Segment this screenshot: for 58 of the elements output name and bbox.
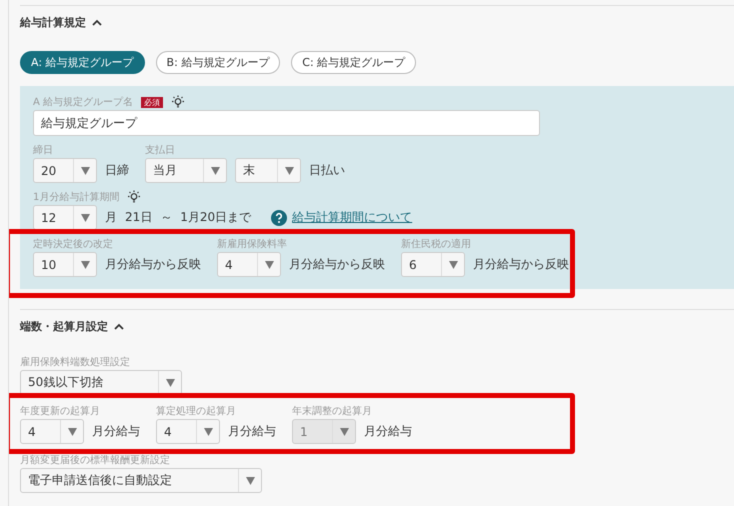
dropdown-arrow-icon [68, 428, 76, 436]
dropdown[interactable]: 4 [20, 419, 84, 444]
chevron-up-icon[interactable] [92, 18, 102, 26]
field-label: 年末調整の起算月 [292, 404, 372, 418]
dropdown-arrow-icon [204, 428, 212, 436]
unit-text: ～ [160, 209, 172, 226]
unit-text: 月分給与 [92, 423, 140, 440]
dropdown-arrow-icon [80, 214, 90, 222]
unit-text: 日払い [309, 162, 345, 179]
dropdown[interactable]: 電子申請送信後に自動設定 [20, 468, 262, 493]
unit-text: 月分給与から反映 [289, 256, 385, 273]
unit-text: 月分給与 [364, 423, 412, 440]
dropdown-arrow-icon [246, 476, 254, 484]
dropdown-arrow-icon [284, 166, 294, 174]
dropdown[interactable]: 当月 [145, 158, 227, 183]
field-label: 新雇用保険料率 [217, 238, 287, 251]
field-label: 1月分給与計算期間 [33, 190, 120, 204]
dropdown[interactable]: 4 [217, 252, 281, 277]
section-title: 端数・起算月設定 [20, 318, 108, 334]
unit-text: 月 [105, 209, 117, 226]
dropdown-arrow-icon [166, 378, 174, 386]
unit-text: 月分給与 [228, 423, 276, 440]
field-label: 支払日 [145, 144, 175, 157]
dropdown-arrow-icon [210, 166, 220, 174]
field-label: 定時決定後の改定 [33, 238, 113, 251]
dropdown[interactable]: 50銭以下切捨 [20, 370, 182, 395]
text-field[interactable]: 給与規定グループ [33, 110, 540, 136]
unit-text: 21日 [125, 209, 152, 226]
required-badge: 必須 [141, 96, 164, 108]
field-label: 締日 [33, 144, 53, 157]
field-label: 年度更新の起算月 [20, 404, 100, 418]
field-label: 算定処理の起算月 [156, 404, 236, 418]
field-label: 新住民税の適用 [401, 238, 471, 251]
unit-text: 1月20日まで [180, 209, 252, 226]
dropdown[interactable]: 6 [401, 252, 465, 277]
dropdown-arrow-icon [448, 260, 458, 268]
help-icon[interactable] [271, 210, 288, 226]
group-tab[interactable]: C: 給与規定グループ [291, 51, 416, 74]
dropdown-arrow-icon [80, 166, 90, 174]
dropdown-arrow-icon [264, 260, 274, 268]
chevron-up-icon[interactable] [114, 322, 124, 330]
dropdown[interactable]: 末 [235, 158, 301, 183]
dropdown-arrow-icon [80, 260, 90, 268]
section-title: 給与計算規定 [20, 14, 86, 30]
dropdown-arrow-icon [340, 428, 348, 436]
unit-text: 月分給与から反映 [105, 256, 201, 273]
field-label: A 給与規定グループ名 [33, 96, 134, 109]
dropdown[interactable]: 20 [33, 158, 97, 183]
field-label: 雇用保険料端数処理設定 [20, 356, 130, 369]
group-tab[interactable]: A: 給与規定グループ [20, 51, 145, 74]
unit-text: 日締 [105, 162, 129, 179]
dropdown[interactable]: 10 [33, 252, 97, 277]
dropdown[interactable]: 4 [156, 419, 220, 444]
help-link[interactable]: 給与計算期間について [292, 209, 412, 226]
field-label: 月額変更届後の標準報酬更新設定 [20, 454, 170, 467]
group-tab[interactable]: B: 給与規定グループ [156, 51, 280, 74]
unit-text: 月分給与から反映 [473, 256, 569, 273]
dropdown[interactable]: 12 [33, 205, 97, 230]
